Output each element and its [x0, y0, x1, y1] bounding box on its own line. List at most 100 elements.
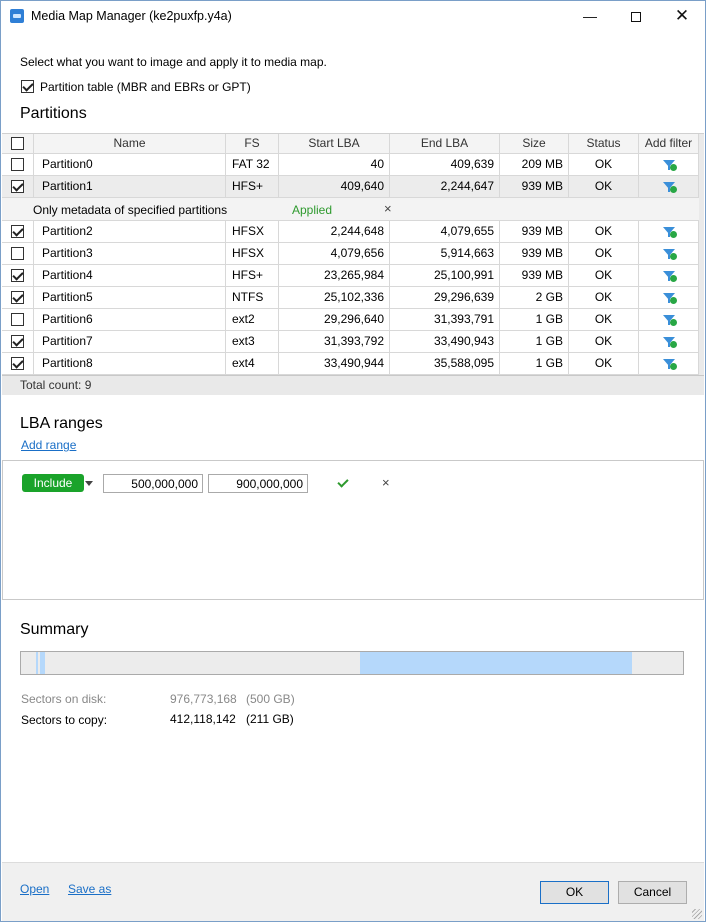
filter-status: Applied: [292, 203, 333, 217]
row-checkbox[interactable]: [11, 269, 24, 282]
close-window-button[interactable]: ✕: [659, 1, 705, 31]
minimize-button[interactable]: —: [567, 1, 613, 31]
add-filter-icon[interactable]: [662, 336, 677, 348]
row-select-cell[interactable]: [2, 243, 34, 264]
table-row[interactable]: Partition8 ext4 33,490,944 35,588,095 1 GB OK: [2, 353, 704, 375]
add-filter-cell[interactable]: [639, 243, 699, 264]
row-select-cell[interactable]: [2, 353, 34, 374]
partition-size: 939 MB: [500, 176, 569, 197]
sectors-on-disk-value: 976,773,168: [170, 692, 237, 706]
add-range-link[interactable]: Add range: [21, 438, 76, 452]
partition-fs: NTFS: [226, 287, 279, 308]
column-header-start-lba[interactable]: Start LBA: [279, 134, 390, 153]
table-row[interactable]: Partition6 ext2 29,296,640 31,393,791 1 GB OK: [2, 309, 704, 331]
row-checkbox[interactable]: [11, 247, 24, 260]
partition-start-lba: 33,490,944: [279, 353, 390, 374]
partition-status: OK: [569, 331, 639, 352]
add-filter-icon[interactable]: [662, 159, 677, 171]
add-filter-icon[interactable]: [662, 226, 677, 238]
partition-end-lba: 2,244,647: [390, 176, 500, 197]
table-row[interactable]: Partition0 FAT 32 40 409,639 209 MB OK: [2, 154, 704, 176]
header-select-all[interactable]: [2, 134, 34, 153]
partition-name: Partition6: [34, 309, 226, 330]
row-select-cell[interactable]: [2, 221, 34, 242]
partition-name: Partition2: [34, 221, 226, 242]
partition-start-lba: 23,265,984: [279, 265, 390, 286]
row-select-cell[interactable]: [2, 265, 34, 286]
add-filter-icon[interactable]: [662, 270, 677, 282]
row-select-cell[interactable]: [2, 154, 34, 175]
sectors-to-copy-label: Sectors to copy:: [21, 713, 108, 727]
partition-name: Partition3: [34, 243, 226, 264]
table-row[interactable]: Partition3 HFSX 4,079,656 5,914,663 939 MB OK: [2, 243, 704, 265]
partition-name: Partition8: [34, 353, 226, 374]
table-row[interactable]: Partition2 HFSX 2,244,648 4,079,655 939 MB OK: [2, 221, 704, 243]
column-header-status[interactable]: Status: [569, 134, 639, 153]
row-select-cell[interactable]: [2, 309, 34, 330]
add-filter-cell[interactable]: [639, 287, 699, 308]
row-checkbox[interactable]: [11, 158, 24, 171]
table-row[interactable]: Partition4 HFS+ 23,265,984 25,100,991 939 MB…: [2, 265, 704, 287]
sectors-on-disk-label: Sectors on disk:: [21, 692, 107, 706]
column-header-end-lba[interactable]: End LBA: [390, 134, 500, 153]
column-header-size[interactable]: Size: [500, 134, 569, 153]
add-filter-cell[interactable]: [639, 309, 699, 330]
partition-start-lba: 29,296,640: [279, 309, 390, 330]
add-filter-cell[interactable]: [639, 176, 699, 197]
add-filter-cell[interactable]: [639, 331, 699, 352]
row-checkbox[interactable]: [11, 225, 24, 238]
total-count-value: 9: [84, 378, 92, 392]
grid-header: Name FS Start LBA End LBA Size Status Ad…: [2, 134, 704, 154]
cancel-button[interactable]: Cancel: [618, 881, 687, 904]
add-filter-icon[interactable]: [662, 181, 677, 193]
column-header-fs[interactable]: FS: [226, 134, 279, 153]
select-all-checkbox[interactable]: [11, 137, 24, 150]
partition-status: OK: [569, 243, 639, 264]
include-mode-button[interactable]: Include: [22, 474, 84, 492]
partition-start-lba: 25,102,336: [279, 287, 390, 308]
save-as-link[interactable]: Save as: [68, 882, 111, 896]
confirm-range-icon[interactable]: [337, 476, 349, 488]
title-bar[interactable]: Media Map Manager (ke2puxfp.y4a) — ✕: [1, 1, 705, 31]
partition-status: OK: [569, 265, 639, 286]
partition-fs: FAT 32: [226, 154, 279, 175]
row-select-cell[interactable]: [2, 176, 34, 197]
range-start-input[interactable]: [103, 474, 203, 493]
maximize-button[interactable]: [613, 1, 659, 31]
range-end-input[interactable]: [208, 474, 308, 493]
open-link[interactable]: Open: [20, 882, 49, 896]
add-filter-icon[interactable]: [662, 314, 677, 326]
add-filter-cell[interactable]: [639, 265, 699, 286]
remove-filter-icon[interactable]: ×: [384, 201, 392, 216]
instruction-text: Select what you want to image and apply …: [20, 55, 327, 69]
row-checkbox[interactable]: [11, 357, 24, 370]
table-row[interactable]: Partition1 HFS+ 409,640 2,244,647 939 MB OK: [2, 176, 704, 198]
partition-table-checkbox[interactable]: [21, 80, 34, 93]
row-checkbox[interactable]: [11, 291, 24, 304]
partition-end-lba: 31,393,791: [390, 309, 500, 330]
add-filter-cell[interactable]: [639, 353, 699, 374]
add-filter-icon[interactable]: [662, 358, 677, 370]
include-mode-dropdown-icon[interactable]: [85, 481, 93, 486]
partition-start-lba: 2,244,648: [279, 221, 390, 242]
row-checkbox[interactable]: [11, 335, 24, 348]
table-row[interactable]: Partition5 NTFS 25,102,336 29,296,639 2 GB OK: [2, 287, 704, 309]
lba-ranges-panel: Include ×: [2, 460, 704, 600]
row-checkbox[interactable]: [11, 313, 24, 326]
row-select-cell[interactable]: [2, 331, 34, 352]
grid-scrollbar[interactable]: [699, 134, 704, 376]
add-filter-icon[interactable]: [662, 292, 677, 304]
add-filter-cell[interactable]: [639, 221, 699, 242]
row-checkbox[interactable]: [11, 180, 24, 193]
column-header-add-filter[interactable]: Add filter: [639, 134, 699, 153]
table-row[interactable]: Partition7 ext3 31,393,792 33,490,943 1 GB OK: [2, 331, 704, 353]
add-filter-icon[interactable]: [662, 248, 677, 260]
resize-grip-icon[interactable]: [692, 909, 702, 919]
partition-size: 209 MB: [500, 154, 569, 175]
partition-size: 939 MB: [500, 265, 569, 286]
remove-range-icon[interactable]: ×: [382, 475, 390, 490]
ok-button[interactable]: OK: [540, 881, 609, 904]
column-header-name[interactable]: Name: [34, 134, 226, 153]
row-select-cell[interactable]: [2, 287, 34, 308]
add-filter-cell[interactable]: [639, 154, 699, 175]
